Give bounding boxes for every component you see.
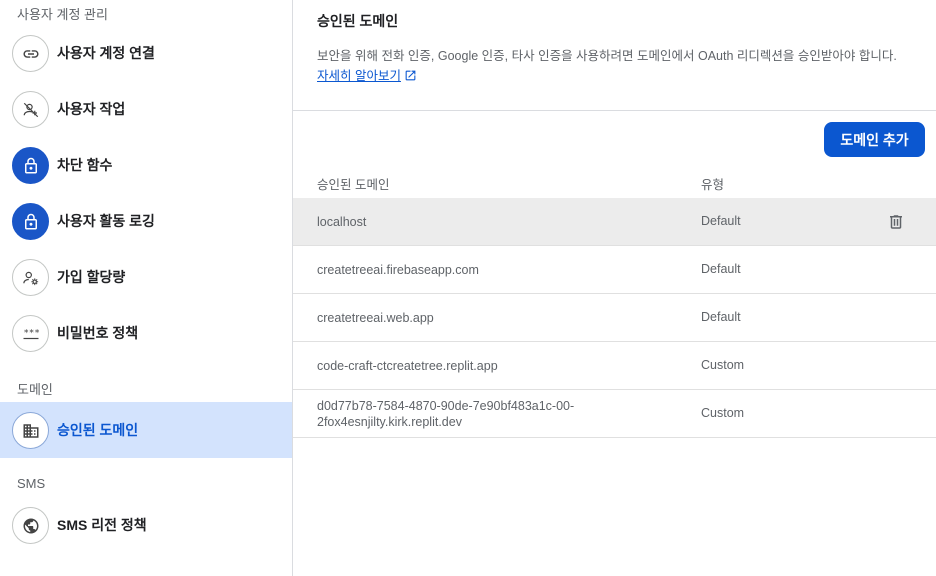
lock-icon: [12, 203, 49, 240]
learn-more-link[interactable]: 자세히 알아보기: [317, 69, 401, 83]
sidebar-item-label: 사용자 계정 연결: [57, 45, 155, 61]
manage-accounts-icon: [12, 259, 49, 296]
header-divider: [293, 110, 936, 111]
column-header-type: 유형: [701, 178, 725, 192]
type-cell: Custom: [701, 406, 745, 420]
sidebar-item-label: 차단 함수: [57, 157, 113, 173]
domain-icon: [12, 412, 49, 449]
sidebar-item-label: 사용자 작업: [57, 101, 126, 117]
sidebar-item-label: 승인된 도메인: [57, 422, 139, 438]
type-cell: Default: [701, 262, 741, 276]
sidebar-item-label: 가입 할당량: [57, 269, 126, 285]
table-row[interactable]: code-craft-ctcreatetree.replit.app Custo…: [293, 342, 936, 390]
sidebar-item-label: 사용자 활동 로깅: [57, 213, 155, 229]
open-in-new-icon: [404, 68, 417, 88]
sidebar-item-password-policy[interactable]: *** 비밀번호 정책: [0, 305, 292, 361]
sidebar-item-blocking-functions[interactable]: 차단 함수: [0, 137, 292, 193]
table-row[interactable]: d0d77b78-7584-4870-90de-7e90bf483a1c-00-…: [293, 390, 936, 438]
table-row[interactable]: createtreeai.web.app Default: [293, 294, 936, 342]
description: 보안을 위해 전화 인증, Google 인증, 타사 인증을 사용하려면 도메…: [317, 46, 907, 88]
type-cell: Default: [701, 214, 741, 228]
table-row[interactable]: createtreeai.firebaseapp.com Default: [293, 246, 936, 294]
sidebar-item-label: 비밀번호 정책: [57, 325, 139, 341]
sidebar-item-authorized-domains[interactable]: 승인된 도메인: [0, 402, 292, 458]
domain-cell: code-craft-ctcreatetree.replit.app: [317, 359, 498, 373]
column-header-domain: 승인된 도메인: [317, 178, 390, 192]
type-cell: Default: [701, 310, 741, 324]
table-row[interactable]: localhost Default: [293, 198, 936, 246]
app-root: 사용자 계정 관리 사용자 계정 연결 사용자 작업 차단 함수 사용자 활동 …: [0, 0, 936, 576]
learn-more-label: 자세히 알아보기: [317, 69, 401, 83]
domain-cell: d0d77b78-7584-4870-90de-7e90bf483a1c-00-…: [317, 398, 574, 430]
type-cell: Custom: [701, 358, 745, 372]
svg-text:***: ***: [23, 328, 39, 338]
page-title: 승인된 도메인: [317, 13, 399, 29]
sidebar-item-label: SMS 리전 정책: [57, 517, 147, 533]
domain-cell-line: 2fox4esnjilty.kirk.replit.dev: [317, 415, 462, 429]
section-label-user-account: 사용자 계정 관리: [17, 7, 108, 22]
domain-cell: localhost: [317, 215, 367, 229]
password-icon: ***: [12, 315, 49, 352]
person-off-icon: [12, 91, 49, 128]
delete-icon[interactable]: [885, 211, 907, 233]
lock-icon: [12, 147, 49, 184]
sidebar-item-signup-quota[interactable]: 가입 할당량: [0, 249, 292, 305]
domain-cell-line: d0d77b78-7584-4870-90de-7e90bf483a1c-00-: [317, 399, 575, 413]
sidebar: 사용자 계정 관리 사용자 계정 연결 사용자 작업 차단 함수 사용자 활동 …: [0, 0, 292, 576]
globe-icon: [12, 507, 49, 544]
sidebar-item-user-actions[interactable]: 사용자 작업: [0, 81, 292, 137]
domain-cell: createtreeai.web.app: [317, 311, 434, 325]
section-label-sms: SMS: [17, 476, 46, 491]
main-content: 승인된 도메인 보안을 위해 전화 인증, Google 인증, 타사 인증을 …: [293, 0, 936, 576]
link-icon: [12, 35, 49, 72]
add-domain-button[interactable]: 도메인 추가: [824, 122, 925, 157]
sidebar-item-sms-region-policy[interactable]: SMS 리전 정책: [0, 497, 292, 553]
domain-cell: createtreeai.firebaseapp.com: [317, 263, 479, 277]
sidebar-item-account-linking[interactable]: 사용자 계정 연결: [0, 25, 292, 81]
section-label-domain: 도메인: [17, 382, 53, 397]
sidebar-item-user-activity-logging[interactable]: 사용자 활동 로깅: [0, 193, 292, 249]
description-text: 보안을 위해 전화 인증, Google 인증, 타사 인증을 사용하려면 도메…: [317, 49, 897, 63]
